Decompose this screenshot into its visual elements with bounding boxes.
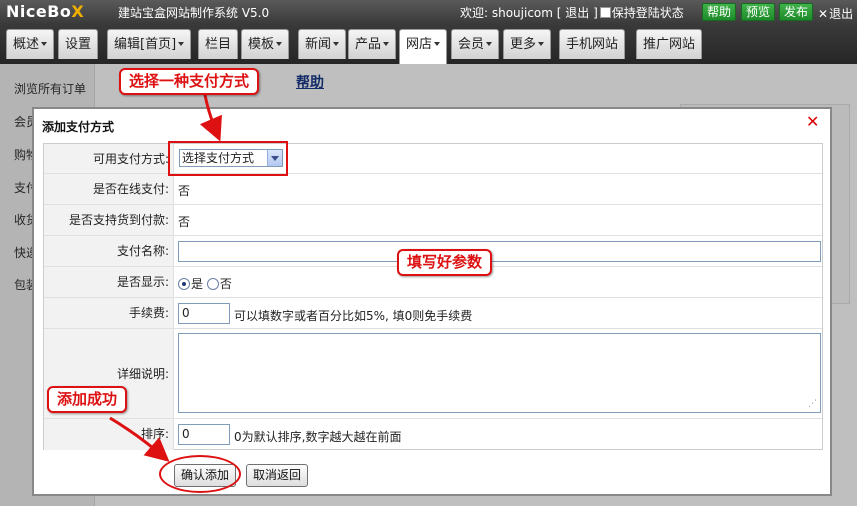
form-row: 排序: 0 0为默认排序,数字越大越在前面	[44, 419, 822, 450]
display-yes-radio[interactable]	[178, 278, 190, 290]
chevron-down-icon	[383, 42, 390, 46]
dialog-title: 添加支付方式	[42, 120, 115, 134]
cancel-return-button[interactable]: 取消返回	[246, 464, 309, 487]
display-radio-group: 是 否	[178, 275, 232, 292]
add-payment-dialog: 添加支付方式 ✕ 可用支付方式: 选择支付方式 是否在线支付: 否 是否支持货到…	[32, 107, 832, 496]
chevron-down-icon	[333, 42, 340, 46]
payment-name-input[interactable]	[178, 241, 821, 262]
top-header: NiceBoX 建站宝盒网站制作系统 V5.0 欢迎: shoujicom [ …	[0, 0, 857, 24]
nav-edit-home[interactable]: 编辑[首页]	[107, 29, 192, 59]
nav-label: 更多	[510, 37, 537, 52]
field-label: 排序:	[44, 419, 174, 450]
fee-input[interactable]: 0	[178, 303, 230, 324]
nav-members[interactable]: 会员	[451, 29, 500, 59]
payment-form: 可用支付方式: 选择支付方式 是否在线支付: 否 是否支持货到付款: 否 支付名…	[43, 143, 823, 450]
chevron-down-icon	[178, 42, 185, 46]
form-row: 可用支付方式: 选择支付方式	[44, 144, 822, 174]
sort-hint: 0为默认排序,数字越大越在前面	[234, 430, 402, 444]
nav-promote-site[interactable]: 推广网站	[636, 29, 703, 59]
nav-overview[interactable]: 概述	[6, 29, 55, 59]
publish-button[interactable]: 发布	[779, 3, 814, 21]
user-area: 欢迎: shoujicom [ 退出 ] 保持登陆状态	[460, 4, 684, 21]
nav-label: 概述	[13, 37, 40, 52]
field-label: 手续费:	[44, 298, 174, 328]
description-textarea[interactable]: ⋰	[178, 333, 821, 413]
form-row: 详细说明: ⋰	[44, 329, 822, 419]
system-title: 建站宝盒网站制作系统 V5.0	[118, 6, 270, 20]
nav-label: 模板	[248, 37, 275, 52]
nav-label: 栏目	[205, 37, 232, 52]
fee-hint: 可以填数字或者百分比如5%, 填0则免手续费	[234, 309, 473, 323]
nav-more[interactable]: 更多	[503, 29, 552, 59]
resize-grip-icon[interactable]: ⋰	[808, 400, 818, 410]
nav-columns[interactable]: 栏目	[198, 29, 239, 59]
nav-label: 编辑[首页]	[114, 37, 177, 52]
preview-button[interactable]: 预览	[741, 3, 776, 21]
chevron-down-icon	[486, 42, 493, 46]
field-label: 支付名称:	[44, 236, 174, 266]
chevron-down-icon	[538, 42, 545, 46]
chevron-down-icon	[276, 42, 283, 46]
nav-products[interactable]: 产品	[348, 29, 397, 59]
exit-label: 退出	[829, 7, 854, 21]
nav-label: 手机网站	[566, 37, 619, 52]
nav-shop[interactable]: 网店	[399, 29, 448, 64]
exit-link[interactable]: ✕退出	[818, 5, 853, 22]
close-icon[interactable]: ✕	[806, 114, 819, 130]
form-row: 是否在线支付: 否	[44, 174, 822, 205]
nav-news[interactable]: 新闻	[298, 29, 347, 59]
nav-label: 产品	[355, 37, 382, 52]
radio-label: 是	[191, 277, 204, 291]
nav-label: 网店	[406, 37, 433, 52]
chevron-down-icon	[434, 42, 441, 46]
radio-label: 否	[219, 277, 232, 291]
field-label: 是否支持货到付款:	[44, 205, 174, 235]
nav-label: 新闻	[305, 37, 332, 52]
nav-label: 推广网站	[643, 37, 696, 52]
welcome-text[interactable]: 欢迎: shoujicom [ 退出 ]	[460, 6, 598, 20]
help-button[interactable]: 帮助	[702, 3, 737, 21]
online-pay-value: 否	[178, 184, 191, 198]
field-label: 是否在线支付:	[44, 174, 174, 204]
confirm-highlight-ellipse	[159, 455, 241, 493]
chevron-down-icon	[41, 42, 48, 46]
nav-mobile-site[interactable]: 手机网站	[559, 29, 626, 59]
logo-text: NiceBo	[6, 2, 72, 21]
field-label: 可用支付方式:	[44, 144, 174, 173]
close-icon: ✕	[818, 7, 829, 21]
select-highlight-box	[168, 141, 288, 176]
logo-accent: X	[71, 2, 85, 21]
display-no-radio[interactable]	[206, 278, 219, 290]
nicebox-logo[interactable]: NiceBoX	[6, 2, 84, 21]
callout-select-method: 选择一种支付方式	[119, 68, 260, 95]
nav-label: 设置	[65, 37, 92, 52]
callout-fill-params: 填写好参数	[397, 249, 493, 276]
keep-login-label: 保持登陆状态	[611, 6, 684, 20]
form-row: 手续费: 0 可以填数字或者百分比如5%, 填0则免手续费	[44, 298, 822, 329]
main-nav: 概述 设置 编辑[首页] 栏目 模板 新闻 产品 网店 会员 更多 手机网站 推…	[0, 24, 857, 64]
sort-input[interactable]: 0	[178, 424, 230, 445]
callout-add-success: 添加成功	[47, 386, 128, 413]
keep-login-checkbox[interactable]	[599, 7, 611, 18]
cod-value: 否	[178, 215, 191, 229]
form-row: 是否支持货到付款: 否	[44, 205, 822, 236]
field-label: 是否显示:	[44, 267, 174, 297]
nav-templates[interactable]: 模板	[241, 29, 290, 59]
nav-label: 会员	[458, 37, 485, 52]
nav-settings[interactable]: 设置	[58, 29, 99, 59]
